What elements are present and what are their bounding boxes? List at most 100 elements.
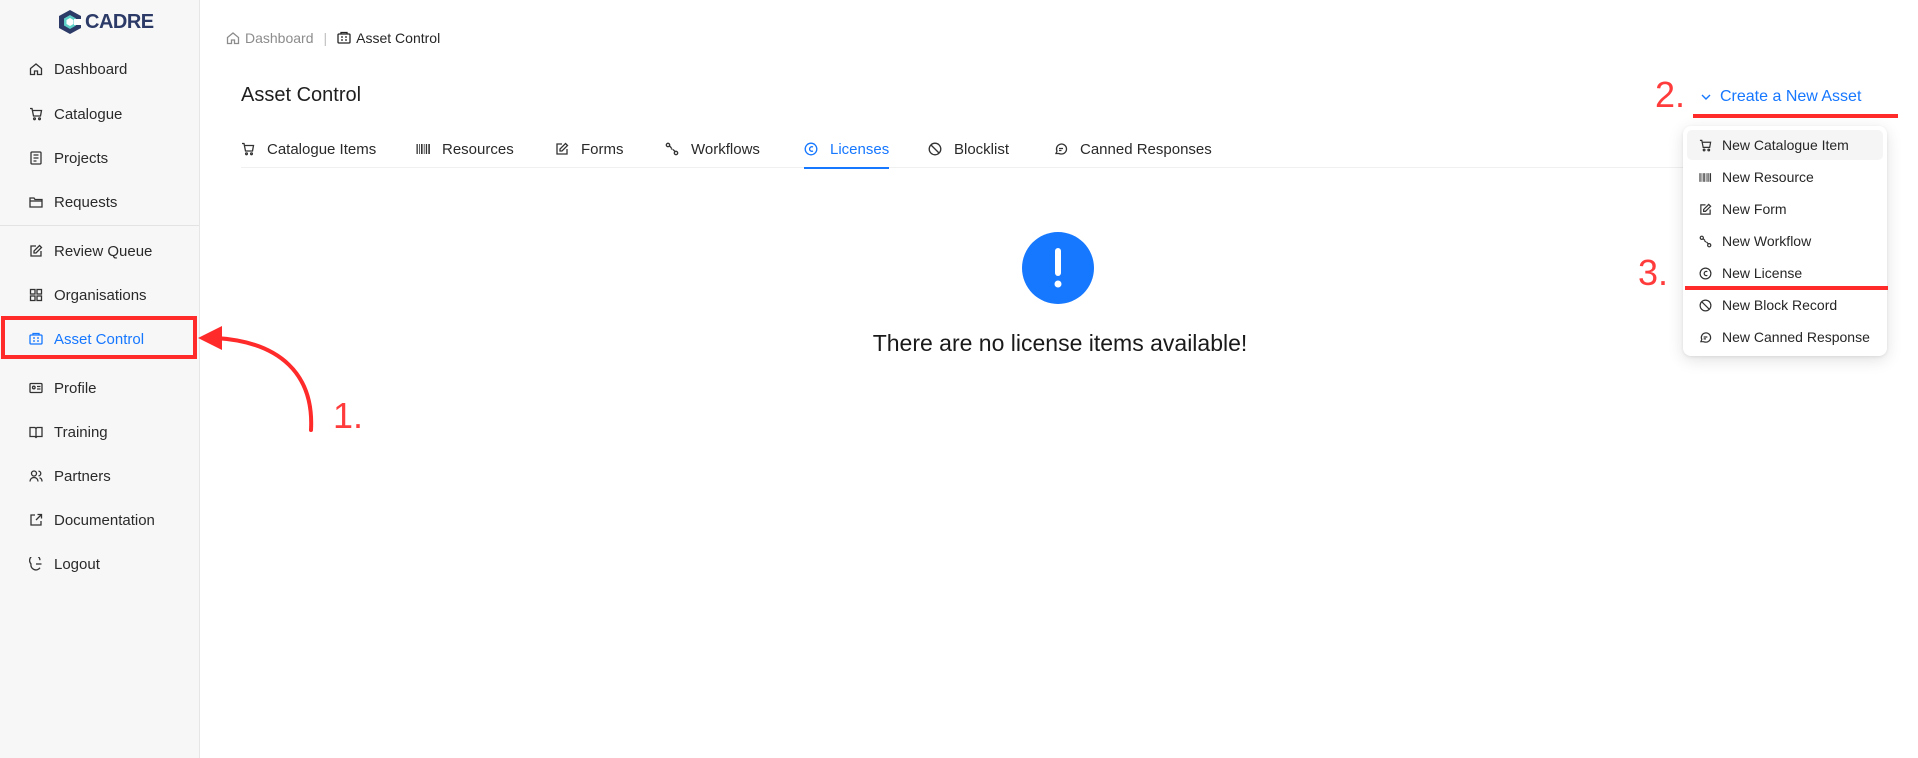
tab-label: Canned Responses [1080, 140, 1212, 158]
workflow-icon [665, 142, 680, 157]
barcode-icon [1699, 171, 1712, 184]
tab-blocklist[interactable]: Blocklist [928, 130, 1009, 168]
logo-text: CADRE [85, 10, 154, 33]
page-title: Asset Control [241, 84, 362, 106]
copyright-icon [804, 142, 819, 157]
menu-item-new-canned-response[interactable]: New Canned Response [1687, 322, 1883, 352]
menu-item-new-resource[interactable]: New Resource [1687, 162, 1883, 192]
sidebar-item-dashboard[interactable]: Dashboard [0, 51, 199, 87]
workflow-icon [1699, 235, 1712, 248]
sidebar-item-catalogue[interactable]: Catalogue [0, 96, 199, 132]
tab-catalogue-items[interactable]: Catalogue Items [241, 130, 376, 168]
cart-icon [28, 106, 44, 122]
tab-label: Resources [442, 140, 514, 158]
logout-icon [28, 556, 44, 572]
sidebar-divider [0, 225, 199, 226]
tab-label: Blocklist [954, 140, 1010, 158]
breadcrumb-dashboard-link[interactable]: Dashboard [245, 30, 314, 46]
cart-icon [1699, 139, 1712, 152]
annotation-underline-license [1685, 286, 1888, 290]
chevron-down-icon [1700, 91, 1712, 103]
sidebar-item-organisations[interactable]: Organisations [0, 277, 199, 313]
annotation-arrow-icon [198, 326, 314, 432]
sidebar-item-label: Review Queue [54, 242, 153, 260]
tab-bar: Catalogue Items Resources Forms Workflow… [241, 130, 1861, 169]
tab-label: Forms [581, 140, 624, 158]
block-icon [928, 142, 943, 157]
sidebar-item-label: Requests [54, 193, 118, 211]
sidebar-item-review-queue[interactable]: Review Queue [0, 233, 199, 269]
sidebar-item-label: Logout [54, 555, 100, 573]
chat-icon [1699, 331, 1712, 344]
tab-forms[interactable]: Forms [555, 130, 624, 168]
barcode-icon [416, 142, 431, 157]
logo[interactable]: CADRE [58, 8, 154, 36]
breadcrumb-separator: | [323, 30, 328, 46]
annotation-underline-create [1693, 114, 1898, 118]
file-icon [28, 150, 44, 166]
home-icon [28, 61, 44, 77]
home-icon [226, 31, 240, 45]
tab-resources[interactable]: Resources [416, 130, 514, 168]
sidebar-item-label: Partners [54, 467, 111, 485]
cart-icon [241, 142, 256, 157]
tab-licenses[interactable]: Licenses [804, 130, 890, 169]
sidebar: CADRE Dashboard Catalogue Projects Reque… [0, 0, 200, 758]
folder-icon [28, 194, 44, 210]
tab-canned-responses[interactable]: Canned Responses [1054, 130, 1212, 168]
annotation-highlight-box [1, 316, 197, 359]
empty-state-message: There are no license items available! [872, 330, 1248, 356]
copyright-icon [1699, 267, 1712, 280]
sidebar-item-profile[interactable]: Profile [0, 370, 199, 406]
sidebar-item-documentation[interactable]: Documentation [0, 502, 199, 538]
menu-item-new-catalogue-item[interactable]: New Catalogue Item [1687, 130, 1883, 160]
menu-item-label: New License [1722, 265, 1803, 281]
sidebar-item-label: Organisations [54, 286, 147, 304]
tab-label: Licenses [830, 140, 890, 158]
sidebar-item-label: Catalogue [54, 105, 123, 123]
menu-item-new-block-record[interactable]: New Block Record [1687, 290, 1883, 320]
sidebar-item-partners[interactable]: Partners [0, 458, 199, 494]
breadcrumb: Dashboard | Asset Control [226, 30, 440, 46]
edit-icon [28, 243, 44, 259]
cadre-logo-icon [59, 10, 82, 34]
menu-item-new-license[interactable]: New License [1687, 258, 1883, 288]
menu-item-label: New Workflow [1722, 233, 1812, 249]
id-card-icon [28, 380, 44, 396]
external-edit-icon [28, 512, 44, 528]
sidebar-item-projects[interactable]: Projects [0, 140, 199, 176]
exclamation-icon [1022, 232, 1094, 304]
sidebar-item-label: Profile [54, 379, 97, 397]
breadcrumb-current: Asset Control [337, 30, 440, 46]
menu-item-label: New Form [1722, 201, 1787, 217]
annotation-step-3: 3. [1638, 252, 1669, 293]
tab-workflows[interactable]: Workflows [665, 130, 760, 168]
users-icon [28, 468, 44, 484]
sidebar-item-training[interactable]: Training [0, 414, 199, 450]
menu-item-new-form[interactable]: New Form [1687, 194, 1883, 224]
sidebar-item-requests[interactable]: Requests [0, 184, 199, 220]
menu-item-label: New Resource [1722, 169, 1814, 185]
chat-icon [1054, 142, 1069, 157]
sidebar-item-label: Training [54, 423, 108, 441]
create-new-asset-label: Create a New Asset [1720, 88, 1862, 105]
asset-icon [337, 31, 351, 45]
tab-label: Workflows [691, 140, 760, 158]
grid-icon [28, 287, 44, 303]
book-icon [28, 424, 44, 440]
menu-item-new-workflow[interactable]: New Workflow [1687, 226, 1883, 256]
sidebar-item-label: Projects [54, 149, 109, 167]
tab-label: Catalogue Items [267, 140, 377, 158]
annotation-step-2: 2. [1655, 74, 1686, 115]
edit-icon [1699, 203, 1712, 216]
create-new-asset-button[interactable]: Create a New Asset [1700, 88, 1861, 106]
sidebar-item-label: Dashboard [54, 60, 128, 78]
annotation-step-1: 1. [333, 395, 364, 436]
menu-item-label: New Catalogue Item [1722, 137, 1849, 153]
edit-icon [555, 142, 570, 157]
menu-item-label: New Block Record [1722, 297, 1838, 313]
menu-item-label: New Canned Response [1722, 329, 1870, 345]
sidebar-item-label: Documentation [54, 511, 155, 529]
sidebar-item-logout[interactable]: Logout [0, 546, 199, 582]
breadcrumb-current-label: Asset Control [356, 30, 441, 46]
